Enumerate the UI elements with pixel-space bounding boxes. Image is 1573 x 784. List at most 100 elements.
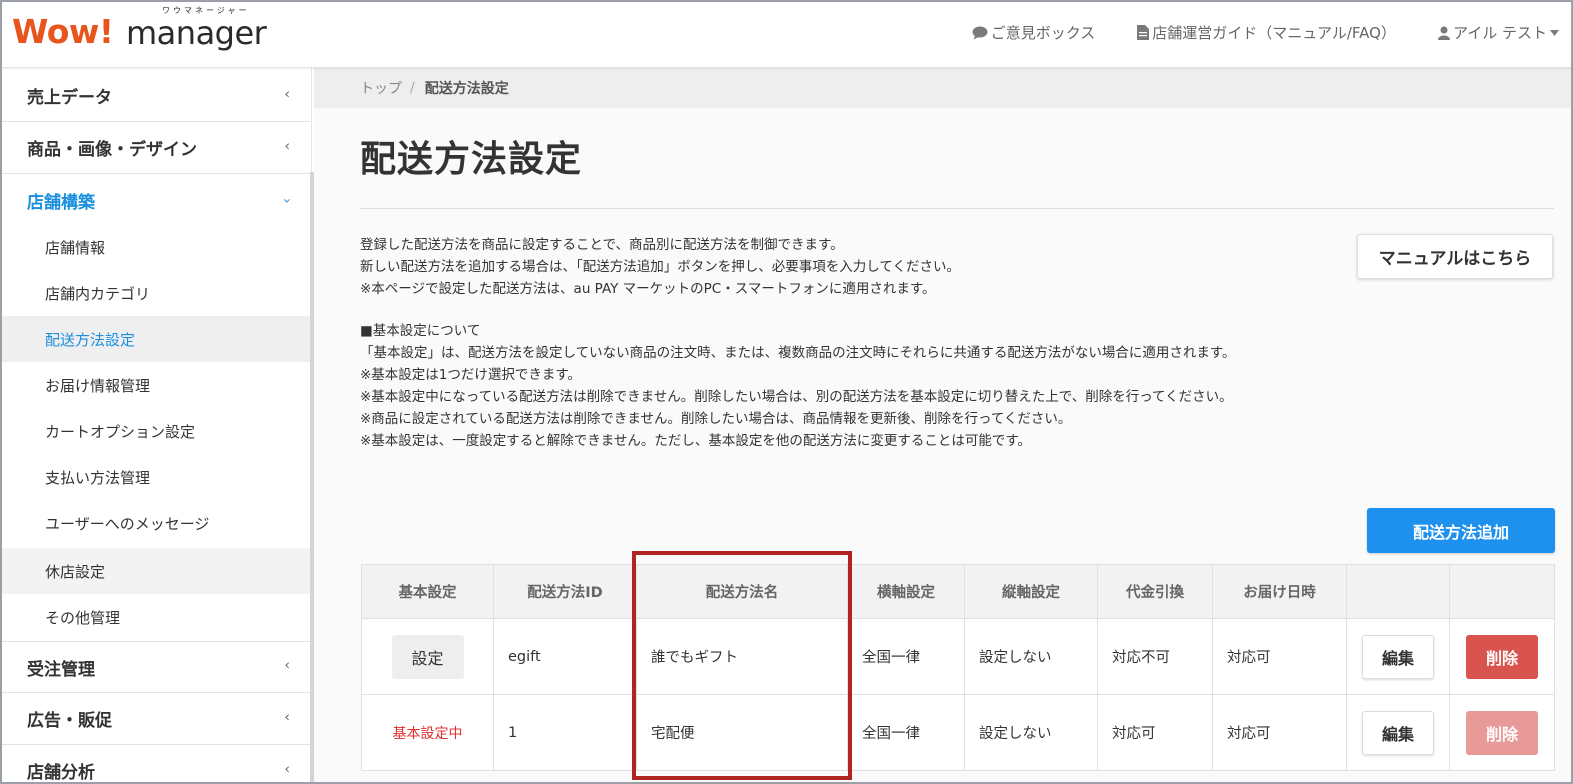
name-cell: 誰でもギフト — [636, 618, 848, 695]
sidebar-item-label: カートオプション設定 — [45, 422, 196, 441]
basic-note-line: ※基本設定は1つだけ選択できます。 — [360, 367, 582, 383]
breadcrumb-current: 配送方法設定 — [424, 81, 509, 97]
sidebar-item-shipping-settings[interactable]: 配送方法設定 — [2, 316, 310, 362]
id-cell: egift — [493, 618, 637, 695]
delivery-cell: 対応可 — [1212, 694, 1347, 771]
default-status-label: 基本設定中 — [392, 725, 463, 742]
basic-cell: 設定 — [361, 618, 494, 695]
chevron-left-icon: ‹ — [284, 138, 290, 155]
sidebar-item-payment-methods[interactable]: 支払い方法管理 — [2, 454, 310, 500]
sidebar-section-label: 売上データ — [27, 88, 112, 108]
sidebar-section-ads-promo[interactable]: 広告・販促 ‹ — [2, 693, 310, 745]
delete-cell: 削除 — [1449, 694, 1555, 771]
cod-cell: 対応不可 — [1097, 618, 1213, 695]
add-shipping-method-button[interactable]: 配送方法追加 — [1367, 508, 1555, 553]
delivery-cell: 対応可 — [1212, 618, 1347, 695]
column-header-id: 配送方法ID — [493, 564, 637, 619]
delete-button[interactable]: 削除 — [1466, 634, 1538, 679]
sidebar-section-label: 店舗分析 — [27, 763, 95, 783]
document-icon — [1137, 25, 1150, 40]
edit-button[interactable]: 編集 — [1362, 710, 1434, 755]
basic-cell: 基本設定中 — [361, 694, 494, 771]
feedback-box-link[interactable]: ご意見ボックス — [972, 22, 1096, 43]
edit-cell: 編集 — [1346, 694, 1450, 771]
breadcrumb: トップ / 配送方法設定 — [314, 68, 1571, 108]
cod-cell: 対応可 — [1097, 694, 1213, 771]
sidebar-section-products[interactable]: 商品・画像・デザイン ‹ — [2, 122, 310, 174]
chevron-left-icon: ‹ — [284, 761, 290, 778]
sidebar-item-label: 休店設定 — [45, 562, 106, 581]
column-header-delete — [1449, 564, 1555, 619]
sidebar-item-label: その他管理 — [45, 608, 121, 627]
horizontal-cell: 全国一律 — [847, 694, 965, 771]
sidebar-section-store-analytics[interactable]: 店舗分析 ‹ — [2, 745, 310, 784]
basic-note-line: ※基本設定中になっている配送方法は削除できません。削除したい場合は、別の配送方法… — [360, 389, 1233, 405]
column-header-name: 配送方法名 — [636, 564, 848, 619]
chevron-left-icon: ‹ — [284, 86, 290, 103]
breadcrumb-home[interactable]: トップ — [360, 78, 402, 98]
table-header-row: 基本設定 配送方法ID 配送方法名 横軸設定 縦軸設定 代金引換 お届け日時 — [361, 564, 1555, 619]
description-line: 登録した配送方法を商品に設定することで、商品別に配送方法を制御できます。 — [360, 237, 844, 253]
chevron-down-icon: ‹ — [279, 197, 296, 204]
set-default-button[interactable]: 設定 — [391, 634, 464, 679]
column-header-vertical: 縦軸設定 — [964, 564, 1098, 619]
user-name: アイル テスト — [1452, 24, 1547, 42]
chevron-left-icon: ‹ — [284, 657, 290, 674]
breadcrumb-separator: / — [410, 80, 415, 96]
sidebar-item-user-messages[interactable]: ユーザーへのメッセージ — [2, 500, 310, 546]
sidebar-item-store-closure[interactable]: 休店設定 — [2, 548, 310, 594]
description-line: 新しい配送方法を追加する場合は、「配送方法追加」ボタンを押し、必要事項を入力して… — [360, 259, 960, 275]
sidebar-item-label: 支払い方法管理 — [45, 468, 151, 487]
sidebar-section-orders[interactable]: 受注管理 ‹ — [2, 641, 310, 693]
comment-icon — [972, 26, 988, 39]
edit-button[interactable]: 編集 — [1362, 634, 1434, 679]
sidebar-item-store-info[interactable]: 店舗情報 — [2, 224, 310, 270]
user-menu[interactable]: アイル テスト — [1437, 22, 1559, 43]
sidebar-item-label: 店舗情報 — [45, 238, 106, 257]
vertical-cell: 設定しない — [964, 694, 1098, 771]
column-header-cod: 代金引換 — [1097, 564, 1213, 619]
sidebar-item-label: 配送方法設定 — [45, 330, 136, 349]
delete-button-disabled: 削除 — [1466, 710, 1538, 755]
sidebar-item-delivery-info[interactable]: お届け情報管理 — [2, 362, 310, 408]
manual-button[interactable]: マニュアルはこちら — [1357, 234, 1553, 279]
feedback-box-label: ご意見ボックス — [990, 24, 1096, 42]
table-row: 設定 egift 誰でもギフト 全国一律 設定しない 対応不可 対応可 編集 削… — [361, 618, 1555, 695]
main-content: トップ / 配送方法設定 配送方法設定 登録した配送方法を商品に設定することで、… — [314, 68, 1571, 784]
sidebar-item-label: ユーザーへのメッセージ — [45, 514, 210, 533]
column-header-basic: 基本設定 — [361, 564, 494, 619]
sidebar-section-sales-data[interactable]: 売上データ ‹ — [2, 70, 310, 122]
sidebar-item-cart-options[interactable]: カートオプション設定 — [2, 408, 310, 454]
column-header-delivery: お届け日時 — [1212, 564, 1347, 619]
column-header-edit — [1346, 564, 1450, 619]
sidebar-item-store-category[interactable]: 店舗内カテゴリ — [2, 270, 310, 316]
sidebar-section-label: 受注管理 — [27, 659, 95, 680]
user-icon — [1437, 26, 1450, 40]
logo-manager: manager — [126, 14, 267, 52]
basic-note-line: ※基本設定は、一度設定すると解除できません。ただし、基本設定を他の配送方法に変更… — [360, 433, 1032, 449]
logo-wow: Wow! — [12, 12, 114, 51]
horizontal-cell: 全国一律 — [847, 618, 965, 695]
logo[interactable]: Wow! ワウマネージャー manager — [12, 6, 272, 60]
basic-note-line: ※商品に設定されている配送方法は削除できません。削除したい場合は、商品情報を更新… — [360, 411, 1072, 427]
header: Wow! ワウマネージャー manager ご意見ボックス 店舗運営ガイド（マニ… — [0, 0, 1573, 68]
column-header-horizontal: 横軸設定 — [847, 564, 965, 619]
top-nav: ご意見ボックス 店舗運営ガイド（マニュアル/FAQ） アイル テスト — [972, 22, 1559, 43]
sidebar-section-label: 商品・画像・デザイン — [27, 140, 197, 160]
chevron-left-icon: ‹ — [284, 709, 290, 726]
sidebar-item-label: 店舗内カテゴリ — [45, 284, 151, 303]
basic-notes-heading: ■基本設定について — [360, 323, 481, 339]
sidebar-section-store-build[interactable]: 店舗構築 ‹ — [2, 174, 310, 226]
table-row: 基本設定中 1 宅配便 全国一律 設定しない 対応可 対応可 編集 削除 — [361, 694, 1555, 771]
vertical-cell: 設定しない — [964, 618, 1098, 695]
sidebar-section-label: 広告・販促 — [27, 711, 112, 731]
store-guide-label: 店舗運営ガイド（マニュアル/FAQ） — [1152, 24, 1396, 42]
id-cell: 1 — [493, 694, 637, 771]
title-divider — [360, 208, 1554, 209]
name-cell: 宅配便 — [636, 694, 848, 771]
store-guide-link[interactable]: 店舗運営ガイド（マニュアル/FAQ） — [1137, 22, 1396, 43]
sidebar: 売上データ ‹ 商品・画像・デザイン ‹ 店舗構築 ‹ 店舗情報 店舗内カテゴリ… — [0, 68, 312, 784]
edit-cell: 編集 — [1346, 618, 1450, 695]
sidebar-item-other-management[interactable]: その他管理 — [2, 594, 310, 640]
shipping-methods-table: 基本設定 配送方法ID 配送方法名 横軸設定 縦軸設定 代金引換 お届け日時 設… — [361, 564, 1555, 771]
